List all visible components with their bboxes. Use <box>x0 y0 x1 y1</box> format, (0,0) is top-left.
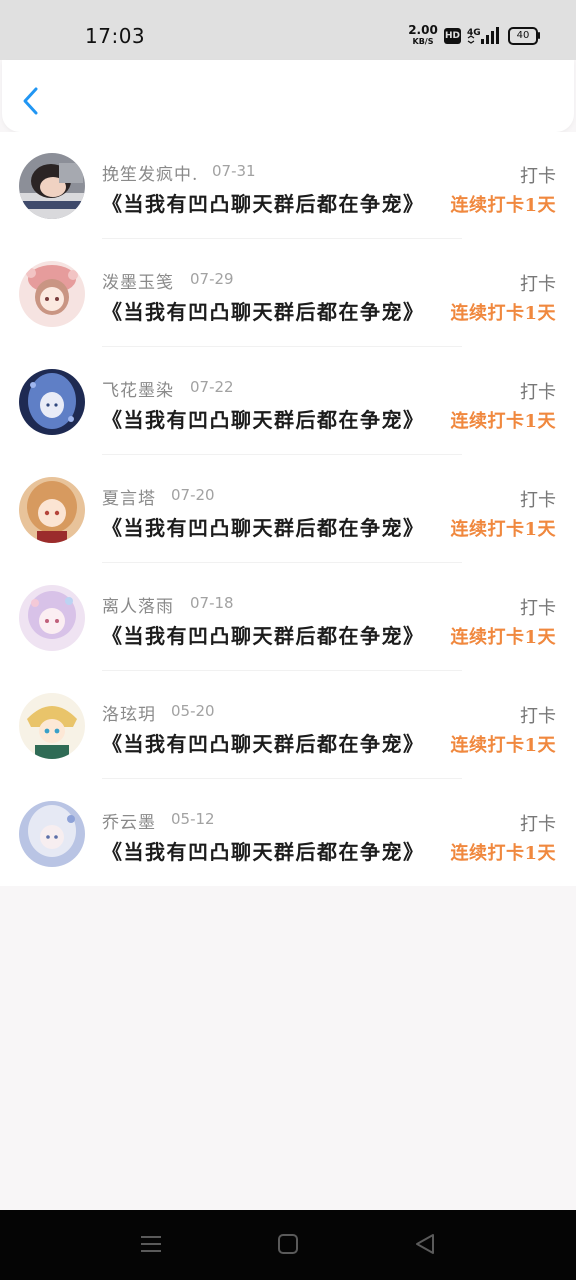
book-title[interactable]: 《当我有凹凸聊天群后都在争宠》 <box>102 620 425 649</box>
back-triangle-icon <box>416 1234 434 1254</box>
book-title[interactable]: 《当我有凹凸聊天群后都在争宠》 <box>102 404 425 433</box>
checkin-label: 打卡 <box>520 814 556 835</box>
streak-label: 连续打卡1天 <box>450 303 556 324</box>
checkin-label: 打卡 <box>520 490 556 511</box>
streak-label: 连续打卡1天 <box>450 843 556 864</box>
book-title[interactable]: 《当我有凹凸聊天群后都在争宠》 <box>102 836 425 865</box>
streak-label: 连续打卡1天 <box>450 195 556 216</box>
system-nav-bar <box>0 1210 576 1280</box>
divider <box>102 238 462 239</box>
book-title[interactable]: 《当我有凹凸聊天群后都在争宠》 <box>102 188 425 217</box>
post-date: 07-18 <box>190 594 234 612</box>
post-date: 05-12 <box>171 810 215 828</box>
status-time: 17:03 <box>85 24 146 48</box>
avatar[interactable] <box>19 693 85 759</box>
user-name[interactable]: 洛玹玥 <box>102 700 156 725</box>
checkin-label: 打卡 <box>520 598 556 619</box>
user-name[interactable]: 乔云墨 <box>102 808 156 833</box>
avatar[interactable] <box>19 261 85 327</box>
checkin-label: 打卡 <box>520 274 556 295</box>
checkin-label: 打卡 <box>520 706 556 727</box>
user-name[interactable]: 飞花墨染 <box>102 376 174 401</box>
post-date: 07-29 <box>190 270 234 288</box>
post-date: 07-22 <box>190 378 234 396</box>
menu-button[interactable] <box>140 1233 162 1259</box>
avatar[interactable] <box>19 477 85 543</box>
signal-label: 4G <box>467 28 481 38</box>
back-button[interactable] <box>18 84 46 118</box>
network-speed: 2.00 KB/S <box>408 23 438 47</box>
divider <box>102 670 462 671</box>
streak-label: 连续打卡1天 <box>450 411 556 432</box>
list-item[interactable]: 夏言塔 07-20 《当我有凹凸聊天群后都在争宠》 打卡 连续打卡1天 <box>0 456 576 563</box>
checkin-label: 打卡 <box>520 382 556 403</box>
book-title[interactable]: 《当我有凹凸聊天群后都在争宠》 <box>102 296 425 325</box>
avatar[interactable] <box>19 585 85 651</box>
network-speed-value: 2.00 <box>408 23 438 37</box>
list-item[interactable]: 飞花墨染 07-22 《当我有凹凸聊天群后都在争宠》 打卡 连续打卡1天 <box>0 348 576 455</box>
status-bar: 17:03 2.00 KB/S HD 4G 40 <box>0 0 576 60</box>
post-date: 07-31 <box>212 162 256 180</box>
app-header <box>2 60 574 132</box>
home-button[interactable] <box>277 1233 299 1259</box>
list-item[interactable]: 乔云墨 05-12 《当我有凹凸聊天群后都在争宠》 打卡 连续打卡1天 <box>0 780 576 887</box>
network-speed-unit: KB/S <box>412 37 434 46</box>
avatar[interactable] <box>19 801 85 867</box>
user-name[interactable]: 离人落雨 <box>102 592 174 617</box>
streak-label: 连续打卡1天 <box>450 519 556 540</box>
divider <box>102 454 462 455</box>
list-item[interactable]: 泼墨玉笺 07-29 《当我有凹凸聊天群后都在争宠》 打卡 连续打卡1天 <box>0 240 576 347</box>
book-title[interactable]: 《当我有凹凸聊天群后都在争宠》 <box>102 512 425 541</box>
avatar[interactable] <box>19 153 85 219</box>
user-name[interactable]: 泼墨玉笺 <box>102 268 174 293</box>
streak-label: 连续打卡1天 <box>450 627 556 648</box>
list-item[interactable]: 洛玹玥 05-20 《当我有凹凸聊天群后都在争宠》 打卡 连续打卡1天 <box>0 672 576 779</box>
menu-icon <box>141 1236 161 1252</box>
signal-icon: 4G <box>467 26 501 50</box>
chevron-left-icon <box>23 87 38 115</box>
user-name[interactable]: 夏言塔 <box>102 484 156 509</box>
battery-icon: 40 <box>508 27 540 45</box>
post-date: 07-20 <box>171 486 215 504</box>
user-name[interactable]: 挽笙发疯中. <box>102 160 198 185</box>
battery-level: 40 <box>508 27 538 45</box>
home-icon <box>278 1234 298 1254</box>
divider <box>102 346 462 347</box>
list-item[interactable]: 挽笙发疯中. 07-31 《当我有凹凸聊天群后都在争宠》 打卡 连续打卡1天 <box>0 132 576 239</box>
book-title[interactable]: 《当我有凹凸聊天群后都在争宠》 <box>102 728 425 757</box>
post-date: 05-20 <box>171 702 215 720</box>
checkin-list: 挽笙发疯中. 07-31 《当我有凹凸聊天群后都在争宠》 打卡 连续打卡1天 泼… <box>0 132 576 886</box>
back-nav-button[interactable] <box>414 1233 436 1259</box>
hd-icon: HD <box>444 28 461 44</box>
list-item[interactable]: 离人落雨 07-18 《当我有凹凸聊天群后都在争宠》 打卡 连续打卡1天 <box>0 564 576 671</box>
checkin-label: 打卡 <box>520 166 556 187</box>
avatar[interactable] <box>19 369 85 435</box>
divider <box>102 562 462 563</box>
battery-tip <box>538 32 540 39</box>
divider <box>102 778 462 779</box>
streak-label: 连续打卡1天 <box>450 735 556 756</box>
